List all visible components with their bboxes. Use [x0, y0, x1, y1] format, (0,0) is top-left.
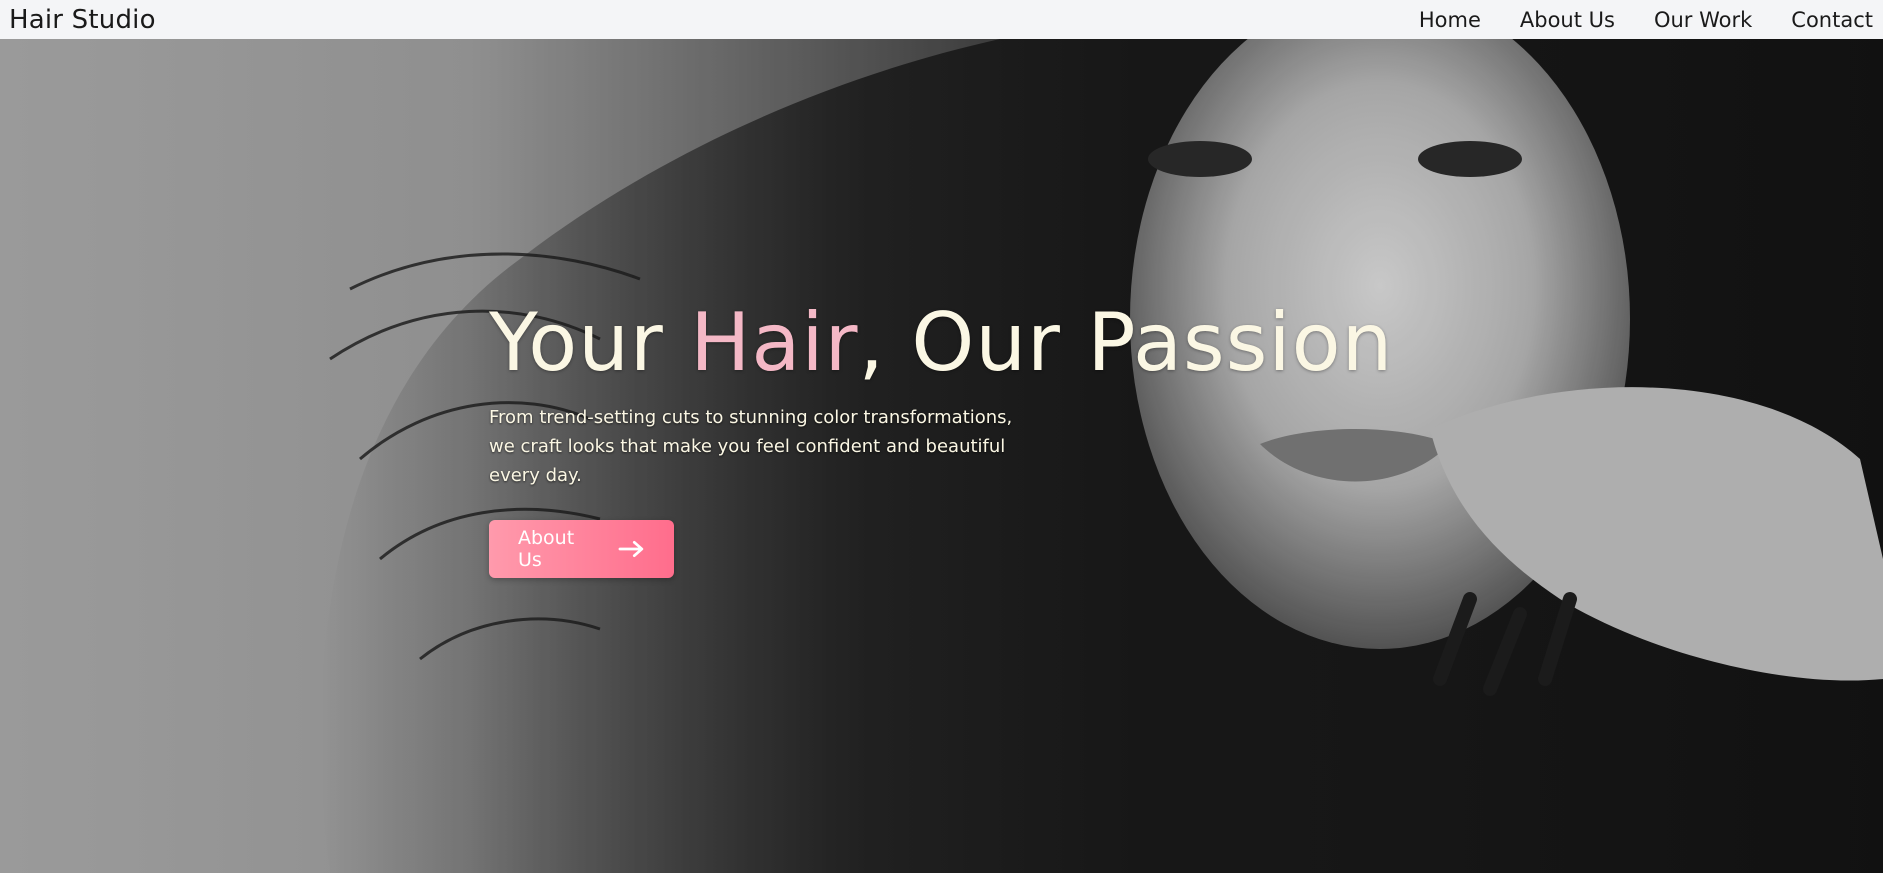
nav-link-home[interactable]: Home	[1419, 8, 1481, 32]
hero-title-part2: , Our Passion	[858, 296, 1394, 389]
nav-link-our-work[interactable]: Our Work	[1654, 8, 1752, 32]
brand-logo-link[interactable]: Hair Studio	[9, 5, 156, 35]
arrow-right-icon	[618, 540, 644, 558]
nav-link-about-us[interactable]: About Us	[1520, 8, 1615, 32]
hero-title-part1: Your	[489, 296, 691, 389]
top-navbar: Hair Studio Home About Us Our Work Conta…	[0, 0, 1883, 39]
hero-subtitle: From trend-setting cuts to stunning colo…	[489, 407, 1013, 486]
about-us-cta-button[interactable]: About Us	[489, 520, 674, 578]
about-us-cta-label: About Us	[518, 527, 575, 571]
nav-links: Home About Us Our Work Contact	[1380, 8, 1873, 32]
hero-title: Your Hair, Our Passion	[489, 297, 1489, 389]
hero-section: Your Hair, Our Passion From trend-settin…	[0, 39, 1883, 873]
hero-content: Your Hair, Our Passion From trend-settin…	[489, 297, 1489, 578]
hero-title-accent: Hair	[690, 296, 859, 389]
nav-link-contact[interactable]: Contact	[1791, 8, 1873, 32]
